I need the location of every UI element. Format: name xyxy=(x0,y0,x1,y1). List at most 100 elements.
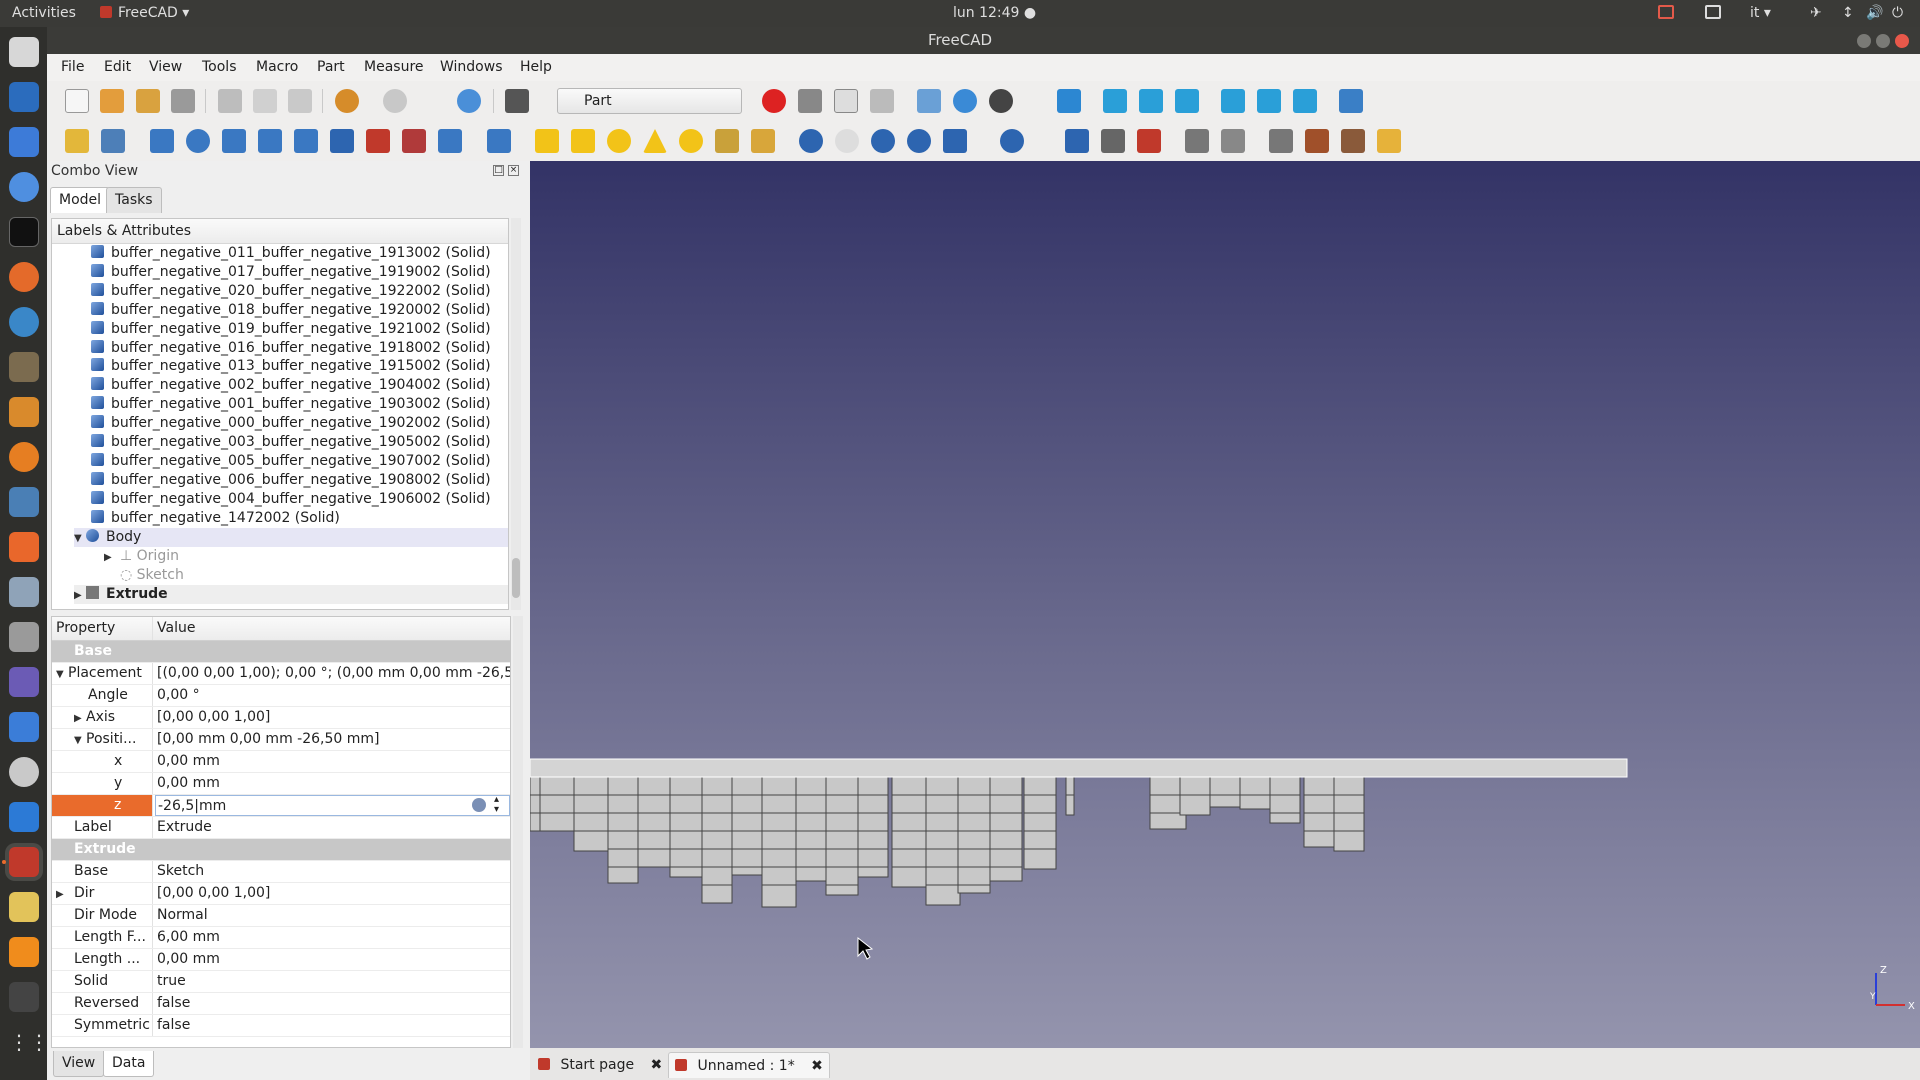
prop-length-reverse[interactable]: Length ... 0,00 mm xyxy=(52,949,510,971)
thunderbird-icon[interactable] xyxy=(9,82,39,112)
impress-icon[interactable] xyxy=(9,397,39,427)
plate[interactable] xyxy=(530,758,1628,778)
clipboard-icon[interactable] xyxy=(1705,0,1721,27)
tree-item-solid[interactable]: buffer_negative_011_buffer_negative_1913… xyxy=(91,244,491,263)
copy-icon[interactable] xyxy=(253,89,277,113)
tree-item-extrude[interactable]: ▶ Extrude xyxy=(74,584,508,605)
activities-button[interactable]: Activities xyxy=(12,0,76,27)
prop-angle[interactable]: Angle 0,00 ° xyxy=(52,685,510,707)
close-icon[interactable] xyxy=(1895,34,1909,48)
primitives-icon[interactable] xyxy=(751,129,775,153)
wifi-icon[interactable]: ↕ xyxy=(1842,0,1854,27)
open-icon[interactable] xyxy=(100,89,124,113)
extruded-block[interactable] xyxy=(637,776,671,868)
freecad-dock-icon[interactable] xyxy=(9,847,39,877)
prop-solid[interactable]: Solid true xyxy=(52,971,510,993)
sphere-icon[interactable] xyxy=(607,129,631,153)
extruded-block[interactable] xyxy=(731,776,765,876)
prop-length-forward[interactable]: Length F... 6,00 mm xyxy=(52,927,510,949)
macro-run-icon[interactable] xyxy=(870,89,894,113)
extruded-block[interactable] xyxy=(573,776,609,852)
whats-this-icon[interactable] xyxy=(505,89,529,113)
camera-indicator-icon[interactable] xyxy=(1658,0,1674,27)
prop-axis[interactable]: ▶ Axis [0,00 0,00 1,00] xyxy=(52,707,510,729)
tree-item-origin[interactable]: ▶ ⊥ Origin xyxy=(104,547,179,566)
save-icon[interactable] xyxy=(136,89,160,113)
mirror-icon[interactable] xyxy=(222,129,246,153)
tree-item-solid[interactable]: buffer_negative_002_buffer_negative_1904… xyxy=(91,376,491,395)
menu-tools[interactable]: Tools xyxy=(202,54,237,81)
settings-icon[interactable] xyxy=(9,577,39,607)
tab-start-page[interactable]: Start page ✖ xyxy=(538,1052,662,1078)
chamfer-icon[interactable] xyxy=(294,129,318,153)
power-menu-icon[interactable]: ⏻ xyxy=(1892,0,1903,27)
extruded-block[interactable] xyxy=(530,776,541,832)
extruded-block[interactable] xyxy=(989,776,1023,882)
maximize-icon[interactable] xyxy=(1876,34,1890,48)
extruded-block[interactable] xyxy=(1333,776,1365,852)
prop-dir[interactable]: ▶ Dir [0,00 0,00 1,00] xyxy=(52,883,510,905)
extrude-icon[interactable] xyxy=(150,129,174,153)
tab-tasks[interactable]: Tasks xyxy=(106,187,162,213)
loft-icon[interactable] xyxy=(402,129,426,153)
tree-item-solid[interactable]: buffer_negative_020_buffer_negative_1922… xyxy=(91,282,491,301)
language-selector[interactable]: it ▾ xyxy=(1750,0,1771,27)
cross-sections-icon[interactable] xyxy=(1137,129,1161,153)
tube-icon[interactable] xyxy=(715,129,739,153)
extruded-block[interactable] xyxy=(925,776,961,906)
menu-part[interactable]: Part xyxy=(317,54,345,81)
export-icon[interactable] xyxy=(1305,129,1329,153)
prop-y[interactable]: y 0,00 mm xyxy=(52,773,510,795)
tree-item-solid[interactable]: buffer_negative_006_buffer_negative_1908… xyxy=(91,471,491,490)
tree-item-solid[interactable]: buffer_negative_001_buffer_negative_1903… xyxy=(91,395,491,414)
scanner-icon[interactable] xyxy=(9,487,39,517)
cube-icon[interactable] xyxy=(9,802,39,832)
tree-scrollbar[interactable] xyxy=(511,218,521,610)
extruded-block[interactable] xyxy=(1239,776,1271,810)
prop-z-input[interactable]: -26,5|mm xyxy=(155,795,510,816)
tree-item-solid[interactable]: buffer_negative_004_buffer_negative_1906… xyxy=(91,490,491,509)
draw-style-icon[interactable] xyxy=(989,89,1013,113)
boolean-icon[interactable] xyxy=(799,129,823,153)
redo-icon[interactable] xyxy=(383,89,407,113)
extruded-block[interactable] xyxy=(1303,776,1335,848)
group-base[interactable]: Base xyxy=(52,641,510,663)
extruded-block[interactable] xyxy=(1179,776,1211,816)
fit-all-icon[interactable] xyxy=(917,89,941,113)
print-icon[interactable] xyxy=(171,89,195,113)
writer-icon[interactable] xyxy=(9,127,39,157)
tree-item-solid[interactable]: buffer_negative_1472002 (Solid) xyxy=(91,509,340,528)
right-view-icon[interactable] xyxy=(1175,89,1199,113)
tree-item-solid[interactable]: buffer_negative_000_buffer_negative_1902… xyxy=(91,414,491,433)
menu-edit[interactable]: Edit xyxy=(104,54,131,81)
compound-icon[interactable] xyxy=(1065,129,1089,153)
tree-item-sketch[interactable]: ◌ Sketch xyxy=(104,566,184,585)
menu-measure[interactable]: Measure xyxy=(364,54,424,81)
prop-position[interactable]: ▼ Positi... [0,00 mm 0,00 mm -26,50 mm] xyxy=(52,729,510,751)
tree-item-solid[interactable]: buffer_negative_018_buffer_negative_1920… xyxy=(91,301,491,320)
eye-icon[interactable] xyxy=(9,757,39,787)
fillet-icon[interactable] xyxy=(258,129,282,153)
fuse-icon[interactable] xyxy=(871,129,895,153)
extruded-block[interactable] xyxy=(761,776,797,908)
volume-icon[interactable]: 🔊 xyxy=(1866,0,1883,27)
media-icon[interactable] xyxy=(9,667,39,697)
video-editor-icon[interactable] xyxy=(9,982,39,1012)
revolve-icon[interactable] xyxy=(186,129,210,153)
terminal-icon[interactable] xyxy=(9,217,39,247)
clock[interactable]: lun 12:49 ● xyxy=(953,0,1036,27)
float-icon[interactable]: □ xyxy=(493,165,504,176)
front-view-icon[interactable] xyxy=(1103,89,1127,113)
firefox-icon[interactable] xyxy=(9,262,39,292)
app-menu[interactable]: FreeCAD ▾ xyxy=(100,0,189,27)
isometric-view-icon[interactable] xyxy=(1057,89,1081,113)
collapse-arrow-icon[interactable]: ▼ xyxy=(74,529,86,548)
offset-icon[interactable] xyxy=(487,129,511,153)
expand-arrow-icon[interactable]: ▶ xyxy=(74,586,86,605)
tree-item-solid[interactable]: buffer_negative_013_buffer_negative_1915… xyxy=(91,357,491,376)
extruded-block[interactable] xyxy=(539,776,575,832)
left-view-icon[interactable] xyxy=(1293,89,1317,113)
workbench-selector[interactable]: Part xyxy=(557,88,742,114)
part-icon[interactable] xyxy=(65,129,89,153)
tree-item-solid[interactable]: buffer_negative_003_buffer_negative_1905… xyxy=(91,433,491,452)
